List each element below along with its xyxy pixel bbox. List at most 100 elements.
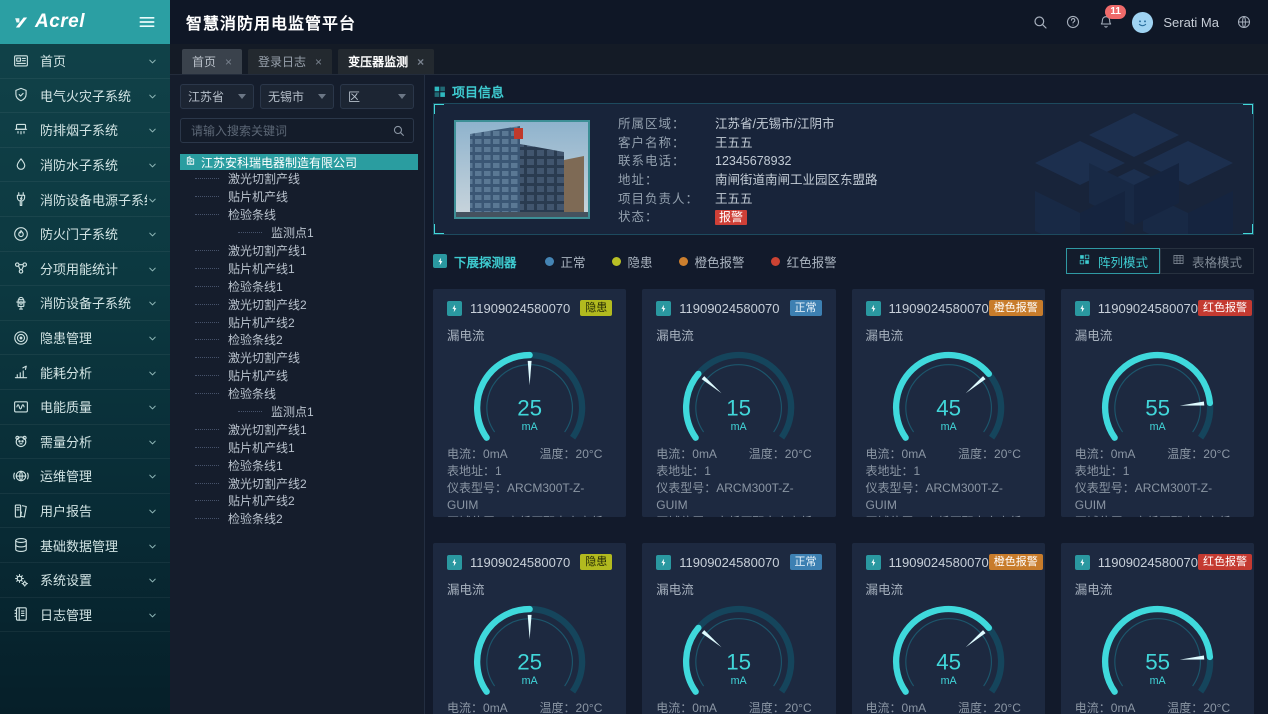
tree-node[interactable]: 检验条线2 bbox=[180, 331, 414, 349]
tree-node[interactable]: 检验条线2 bbox=[180, 510, 414, 528]
card-header: 11909024580070隐患 bbox=[447, 300, 612, 316]
tab-close-icon[interactable]: × bbox=[417, 56, 424, 68]
gauge-wrap: 45mA bbox=[866, 342, 1031, 444]
tree-node-label: 贴片机产线2 bbox=[228, 314, 295, 331]
menu-toggle-icon[interactable] bbox=[137, 12, 157, 32]
tree-node[interactable]: 贴片机产线1 bbox=[180, 438, 414, 456]
tree-node[interactable]: 检验条线 bbox=[180, 385, 414, 403]
detector-card-6[interactable]: 11909024580070正常漏电流15mA电流：0mA温度：20°C表地址：… bbox=[642, 543, 835, 714]
sidebar-item-fire-door[interactable]: 防火门子系统 bbox=[0, 217, 170, 252]
tree-guide-line bbox=[195, 196, 219, 197]
tree-node[interactable]: 贴片机产线2 bbox=[180, 313, 414, 331]
sidebar-item-log-management[interactable]: 日志管理 bbox=[0, 598, 170, 633]
detector-card-3[interactable]: 11909024580070橙色报警漏电流45mA电流：0mA温度：20°C表地… bbox=[852, 289, 1045, 517]
current-label: 电流： bbox=[866, 447, 902, 461]
caret-down-icon bbox=[398, 94, 406, 99]
tree-node[interactable]: 检验条线1 bbox=[180, 277, 414, 295]
detector-card-8[interactable]: 11909024580070红色报警漏电流55mA电流：0mA温度：20°C表地… bbox=[1061, 543, 1254, 714]
location-label: 区域位置： bbox=[656, 515, 716, 517]
tree-node[interactable]: 检验条线1 bbox=[180, 456, 414, 474]
temp-label: 温度： bbox=[1167, 701, 1203, 714]
user-name[interactable]: Serati Ma bbox=[1163, 15, 1219, 30]
help-icon[interactable] bbox=[1065, 14, 1081, 30]
leakage-gauge: 25mA bbox=[447, 342, 612, 444]
sidebar-item-hazard-management[interactable]: 隐患管理 bbox=[0, 321, 170, 356]
gauge-wrap: 15mA bbox=[656, 596, 821, 698]
detector-legend-row: 下展探测器 正常隐患橙色报警红色报警 阵列模式表格模式 bbox=[433, 247, 1254, 275]
device-details: 电流：0mA温度：20°C表地址：1仪表型号：ARCM300T-Z-GUIM区域… bbox=[1075, 700, 1240, 714]
tab-close-icon[interactable]: × bbox=[315, 56, 322, 68]
tree-node-label: 监测点1 bbox=[271, 224, 314, 241]
tree-node[interactable]: 贴片机产线 bbox=[180, 188, 414, 206]
detector-card-4[interactable]: 11909024580070红色报警漏电流55mA电流：0mA温度：20°C表地… bbox=[1061, 289, 1254, 517]
sidebar-item-energy-stats[interactable]: 分项用能统计 bbox=[0, 252, 170, 287]
city-select[interactable]: 无锡市 bbox=[260, 84, 334, 109]
tree-panel: 江苏省无锡市区 江苏安科瑞电器制造有限公司激光切割产线贴片机产线检验条线监测点1… bbox=[170, 75, 425, 714]
sidebar-item-home[interactable]: 首页 bbox=[0, 44, 170, 79]
user-avatar[interactable] bbox=[1131, 11, 1154, 34]
district-select[interactable]: 区 bbox=[340, 84, 414, 109]
table-mode-button[interactable]: 表格模式 bbox=[1160, 248, 1254, 274]
tree-root-company[interactable]: 江苏安科瑞电器制造有限公司 bbox=[180, 154, 418, 170]
tree-node[interactable]: 激光切割产线 bbox=[180, 349, 414, 367]
search-icon[interactable] bbox=[392, 124, 405, 137]
sidebar-item-fire-equipment[interactable]: 消防设备子系统 bbox=[0, 286, 170, 321]
notifications-bell-icon[interactable]: 11 bbox=[1098, 14, 1114, 30]
tree-node[interactable]: 贴片机产线 bbox=[180, 367, 414, 385]
tree-guide-line bbox=[195, 465, 219, 466]
status-badge: 红色报警 bbox=[1198, 554, 1252, 570]
temp-label: 温度： bbox=[749, 447, 785, 461]
current-value: 0mA bbox=[483, 701, 508, 714]
tab-home[interactable]: 首页× bbox=[182, 49, 242, 74]
detector-card-5[interactable]: 11909024580070隐患漏电流25mA电流：0mA温度：20°C表地址：… bbox=[433, 543, 626, 714]
sidebar-item-energy-analysis[interactable]: 能耗分析 bbox=[0, 355, 170, 390]
tree-node-label: 贴片机产线1 bbox=[228, 260, 295, 277]
tree-node[interactable]: 检验条线 bbox=[180, 206, 414, 224]
array-mode-button[interactable]: 阵列模式 bbox=[1066, 248, 1160, 274]
lightning-icon bbox=[433, 254, 447, 268]
tree-node[interactable]: 激光切割产线2 bbox=[180, 474, 414, 492]
sidebar-item-power-quality[interactable]: 电能质量 bbox=[0, 390, 170, 425]
tree-guide-line bbox=[195, 393, 219, 394]
tree-node[interactable]: 激光切割产线1 bbox=[180, 242, 414, 260]
leakage-gauge: 55mA bbox=[1075, 596, 1240, 698]
tree-node[interactable]: 监测点1 bbox=[180, 403, 414, 421]
tree-guide-line bbox=[195, 375, 219, 376]
tree-node[interactable]: 贴片机产线1 bbox=[180, 259, 414, 277]
legend-label: 正常 bbox=[561, 252, 586, 271]
tree-node[interactable]: 监测点1 bbox=[180, 224, 414, 242]
sidebar-item-smoke-control[interactable]: 防排烟子系统 bbox=[0, 113, 170, 148]
sidebar-item-fire-power[interactable]: 消防设备电源子系统 bbox=[0, 182, 170, 217]
status-badge: 橙色报警 bbox=[989, 300, 1043, 316]
sidebar-item-label: 防火门子系统 bbox=[40, 224, 147, 243]
tab-transformer-monitor[interactable]: 变压器监测× bbox=[338, 49, 434, 74]
language-globe-icon[interactable] bbox=[1236, 14, 1252, 30]
detector-card-2[interactable]: 11909024580070正常漏电流15mA电流：0mA温度：20°C表地址：… bbox=[642, 289, 835, 517]
lightning-icon bbox=[447, 555, 462, 570]
temp-value: 20°C bbox=[994, 701, 1021, 714]
sidebar-item-fire-water[interactable]: 消防水子系统 bbox=[0, 148, 170, 183]
tree-node[interactable]: 贴片机产线2 bbox=[180, 492, 414, 510]
sidebar-item-electrical-fire[interactable]: 电气火灾子系统 bbox=[0, 79, 170, 114]
chevron-down-icon bbox=[147, 124, 158, 135]
search-icon[interactable] bbox=[1032, 14, 1048, 30]
search-input[interactable] bbox=[189, 123, 392, 139]
detector-card-1[interactable]: 11909024580070隐患漏电流25mA电流：0mA温度：20°C表地址：… bbox=[433, 289, 626, 517]
detector-card-7[interactable]: 11909024580070橙色报警漏电流45mA电流：0mA温度：20°C表地… bbox=[852, 543, 1045, 714]
device-id: 11909024580070 bbox=[470, 301, 570, 316]
tree-guide-line bbox=[195, 357, 219, 358]
tree-node[interactable]: 激光切割产线2 bbox=[180, 295, 414, 313]
province-select[interactable]: 江苏省 bbox=[180, 84, 254, 109]
tree-node[interactable]: 激光切割产线 bbox=[180, 170, 414, 188]
sidebar-item-base-data[interactable]: 基础数据管理 bbox=[0, 528, 170, 563]
card-header: 11909024580070正常 bbox=[656, 300, 821, 316]
tab-login-log[interactable]: 登录日志× bbox=[248, 49, 332, 74]
sidebar-item-system-settings[interactable]: 系统设置 bbox=[0, 563, 170, 598]
tree-node-label: 贴片机产线 bbox=[228, 367, 288, 384]
tab-close-icon[interactable]: × bbox=[225, 56, 232, 68]
sidebar-item-user-report[interactable]: 用户报告 bbox=[0, 494, 170, 529]
tree-node[interactable]: 激光切割产线1 bbox=[180, 420, 414, 438]
gauge-wrap: 15mA bbox=[656, 342, 821, 444]
sidebar-item-maintenance[interactable]: 运维管理 bbox=[0, 459, 170, 494]
sidebar-item-demand-analysis[interactable]: 需量分析 bbox=[0, 425, 170, 460]
